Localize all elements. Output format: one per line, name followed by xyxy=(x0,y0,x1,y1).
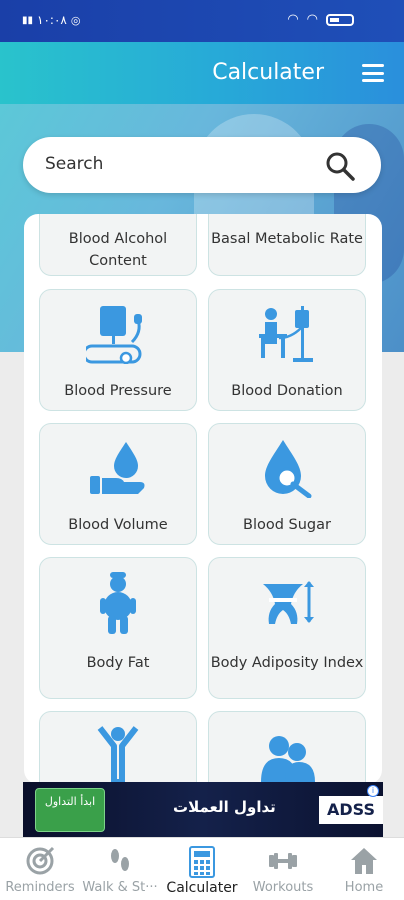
ad-info-icon[interactable]: i xyxy=(367,785,379,797)
tab-label: Reminders xyxy=(5,880,75,895)
home-icon xyxy=(351,848,377,874)
blood-sugar-icon xyxy=(265,440,312,498)
card-label: Body Fat xyxy=(86,655,150,671)
people-icon xyxy=(261,736,315,782)
bottom-tab-bar: Reminders Walk & St··· Calculater Workou… xyxy=(0,837,404,900)
card-label: Blood Volume xyxy=(68,517,168,533)
card-label: Blood Pressure xyxy=(64,383,172,399)
card-body-fat[interactable]: Body Fat xyxy=(39,557,197,699)
ad-logo: ADSS xyxy=(319,796,383,824)
target-icon xyxy=(26,846,55,875)
ad-text: تداول العملات xyxy=(173,798,276,816)
card-label: Blood Alcohol Content xyxy=(68,231,168,269)
body-fat-icon xyxy=(100,572,136,634)
app-header: Calculater xyxy=(0,42,404,104)
wifi-icon: ◠ xyxy=(287,12,299,27)
body-adiposity-icon xyxy=(263,581,314,624)
blood-donation-icon xyxy=(259,306,313,362)
blood-volume-icon xyxy=(90,442,145,494)
status-bar: ▮▮ ١٠:٠٨ ◎ ◠ ◠ xyxy=(0,0,404,42)
page-title: Calculater xyxy=(212,60,324,85)
card-blood-alcohol[interactable]: Blood Alcohol Content xyxy=(39,214,197,276)
tab-label: Home xyxy=(344,880,384,895)
search-bar[interactable]: Search xyxy=(23,137,381,193)
card-body-adiposity[interactable]: Body Adiposity Index xyxy=(208,557,366,699)
tab-label: Workouts xyxy=(252,880,314,895)
card-partial-left[interactable] xyxy=(39,711,197,784)
card-blood-sugar[interactable]: Blood Sugar xyxy=(208,423,366,545)
status-right: ◠ ◠ xyxy=(287,12,354,27)
wifi-icon-2: ◠ xyxy=(306,12,318,27)
card-label: Body Adiposity Index xyxy=(210,655,364,671)
card-blood-pressure[interactable]: Blood Pressure xyxy=(39,289,197,411)
status-time: ١٠:٠٨ xyxy=(37,13,67,27)
card-label: Blood Sugar xyxy=(243,517,331,533)
battery-icon xyxy=(326,13,354,26)
tab-label: Calculater xyxy=(166,880,238,896)
footsteps-icon xyxy=(111,849,129,871)
card-blood-volume[interactable]: Blood Volume xyxy=(39,423,197,545)
card-blood-donation[interactable]: Blood Donation xyxy=(208,289,366,411)
card-partial-right[interactable] xyxy=(208,711,366,784)
ad-cta-button[interactable]: ابدأ التداول xyxy=(35,788,105,832)
card-basal-metabolic[interactable]: Basal Metabolic Rate xyxy=(208,214,366,276)
calculator-list: Blood Alcohol Content Basal Metabolic Ra… xyxy=(24,214,382,784)
whatsapp-icon: ◎ xyxy=(70,13,81,27)
ad-banner[interactable]: ابدأ التداول تداول العملات ADSS i xyxy=(23,782,383,837)
search-input[interactable]: Search xyxy=(45,154,103,174)
card-label: Blood Donation xyxy=(231,383,343,399)
search-icon[interactable] xyxy=(325,151,355,181)
status-left: ▮▮ ١٠:٠٨ ◎ xyxy=(22,13,80,27)
person-arms-up-icon xyxy=(97,726,139,784)
dumbbell-icon xyxy=(269,853,297,869)
tab-label: Walk & St··· xyxy=(82,880,158,895)
signal-icon: ▮▮ xyxy=(22,14,34,26)
card-label: Basal Metabolic Rate xyxy=(211,231,363,247)
hamburger-menu-icon[interactable] xyxy=(362,64,384,82)
blood-pressure-icon xyxy=(86,306,142,364)
calculator-icon xyxy=(189,846,215,878)
